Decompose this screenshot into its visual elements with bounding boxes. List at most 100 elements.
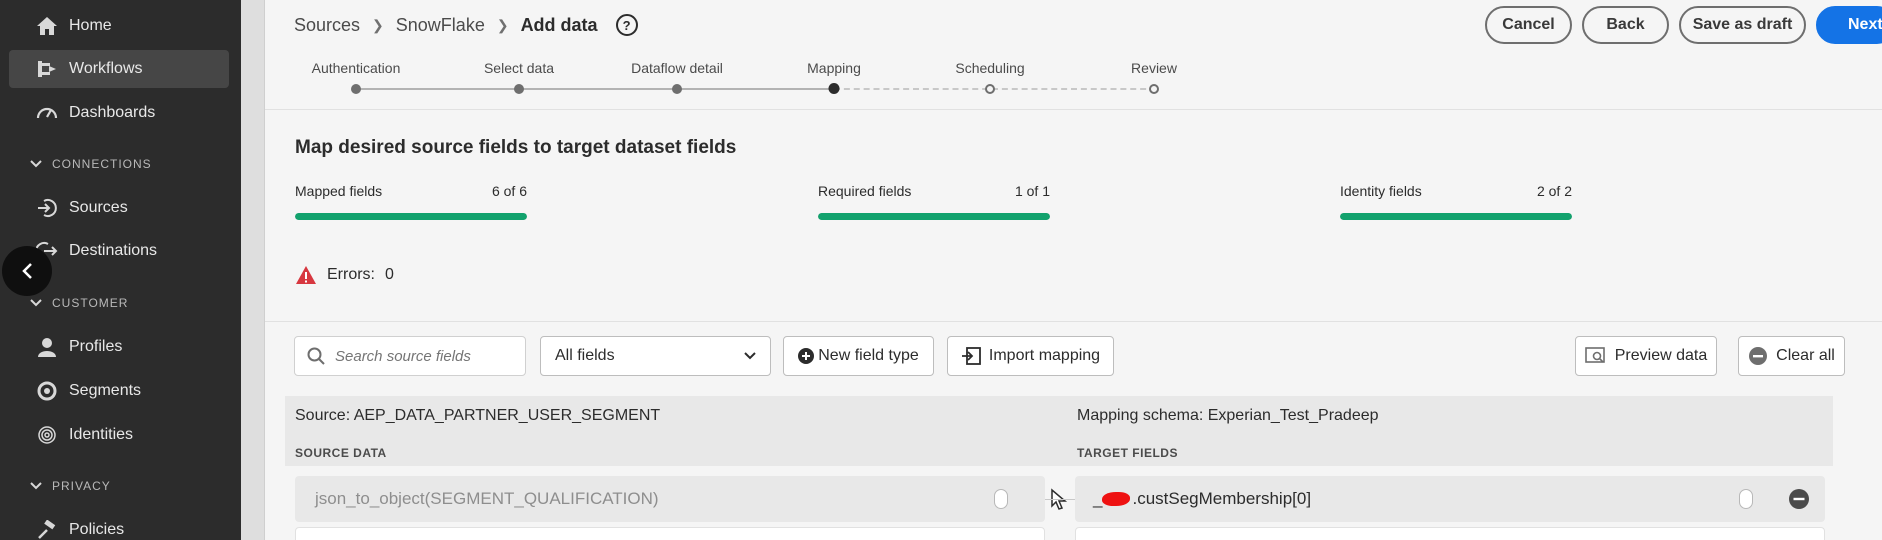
mapping-summary: Map desired source fields to target data…: [265, 111, 1882, 321]
page-header: Sources ❯ SnowFlake ❯ Add data ? Cancel …: [265, 0, 1882, 110]
nav-item-profiles[interactable]: Profiles: [9, 328, 229, 366]
breadcrumb-separator: ❯: [372, 16, 384, 33]
target-field-path: .custSegMembership[0]: [1132, 489, 1312, 508]
profile-icon: [38, 338, 56, 357]
save-as-draft-button[interactable]: Save as draft: [1679, 6, 1806, 44]
nav-scrollbar[interactable]: [241, 0, 265, 540]
segments-icon: [37, 381, 57, 401]
back-button[interactable]: Back: [1582, 6, 1669, 44]
clear-all-button[interactable]: Clear all: [1738, 336, 1845, 376]
nav-item-workflows[interactable]: Workflows: [9, 50, 229, 88]
preview-data-button[interactable]: Preview data: [1575, 336, 1717, 376]
mapped-fields-value: 6 of 6: [491, 183, 527, 199]
nav-label: Sources: [69, 199, 128, 216]
identity-fields-value: 2 of 2: [1536, 183, 1572, 199]
workflow-icon: [38, 61, 56, 77]
required-fields-meter: Required fields 1 of 1: [818, 183, 1050, 220]
breadcrumb-separator: ❯: [496, 16, 509, 33]
home-icon: [37, 17, 57, 35]
mapped-fields-label: Mapped fields: [295, 183, 383, 199]
import-mapping-button[interactable]: Import mapping: [947, 336, 1114, 376]
mapped-fields-meter: Mapped fields 6 of 6: [295, 183, 527, 220]
stepper-line-pending: [834, 88, 1156, 90]
step-label-authentication: Authentication: [311, 60, 401, 76]
search-field[interactable]: [294, 336, 526, 376]
required-fields-track: [818, 213, 1050, 220]
identity-fields-track: [1340, 213, 1572, 220]
nav-item-segments[interactable]: Segments: [9, 372, 229, 410]
nav-section-privacy[interactable]: PRIVACY: [30, 479, 111, 493]
required-fields-label: Required fields: [818, 183, 912, 199]
chevron-down-icon: [30, 482, 42, 490]
errors-count: 0: [385, 266, 394, 283]
nav-item-identities[interactable]: Identities: [9, 416, 229, 454]
nav-label: Segments: [69, 382, 142, 399]
nav-section-customer[interactable]: CUSTOMER: [30, 296, 128, 310]
source-field-expression: json_to_object(SEGMENT_QUALIFICATION): [315, 489, 659, 508]
target-field-row[interactable]: _ .custSegMembership[0]: [1075, 476, 1825, 522]
remove-mapping-icon[interactable]: [1788, 488, 1810, 510]
new-field-type-button[interactable]: New field type: [783, 336, 934, 376]
chevron-down-icon: [30, 299, 42, 307]
step-dot-dataflow-detail: [672, 84, 682, 94]
clear-all-label: Clear all: [1776, 347, 1835, 364]
next-button[interactable]: Next: [1816, 6, 1882, 44]
nav-label: Dashboards: [69, 104, 156, 121]
nav-label: Policies: [69, 521, 125, 538]
chevron-down-icon: [30, 160, 42, 168]
identity-fields-fill: [1340, 213, 1572, 220]
source-title: Source: AEP_DATA_PARTNER_USER_SEGMENT: [295, 407, 661, 424]
section-label: CONNECTIONS: [52, 157, 152, 171]
dashboard-icon: [36, 107, 58, 119]
field-filter-select[interactable]: All fields: [540, 336, 771, 376]
chevron-down-icon: [744, 352, 756, 360]
stepper-line-complete: [356, 88, 830, 90]
step-label-select-data: Select data: [483, 60, 555, 76]
step-dot-mapping: [828, 83, 840, 94]
gavel-icon: [38, 520, 56, 539]
mapped-fields-track: [295, 213, 527, 220]
breadcrumb: Sources ❯ SnowFlake ❯ Add data ?: [294, 14, 638, 36]
field-filter-value: All fields: [555, 347, 615, 364]
identity-fields-label: Identity fields: [1340, 183, 1422, 199]
next-source-row[interactable]: [295, 527, 1045, 540]
breadcrumb-connector-link[interactable]: SnowFlake: [396, 15, 485, 36]
nav-item-home[interactable]: Home: [9, 7, 229, 45]
section-label: CUSTOMER: [52, 296, 129, 310]
next-target-row[interactable]: [1075, 527, 1825, 540]
chevron-left-icon: [22, 263, 32, 279]
mapping-table-header: Source: AEP_DATA_PARTNER_USER_SEGMENT Ma…: [285, 396, 1833, 466]
search-icon: [307, 347, 325, 365]
nav-label: Home: [69, 17, 112, 34]
section-label: PRIVACY: [52, 479, 111, 493]
errors-label: Errors:: [327, 266, 375, 283]
new-field-type-label: New field type: [818, 347, 919, 364]
step-label-mapping: Mapping: [807, 60, 861, 76]
search-input[interactable]: [335, 347, 515, 365]
cancel-button[interactable]: Cancel: [1485, 6, 1572, 44]
page-title: Add data: [520, 14, 598, 35]
collapse-nav-button[interactable]: [2, 246, 52, 296]
required-fields-fill: [818, 213, 1050, 220]
nav-item-sources[interactable]: Sources: [9, 189, 229, 227]
step-label-scheduling: Scheduling: [955, 60, 1025, 76]
redacted-mark: [1102, 492, 1131, 506]
nav-item-dashboards[interactable]: Dashboards: [9, 94, 229, 132]
mapping-table: Source: AEP_DATA_PARTNER_USER_SEGMENT Ma…: [265, 391, 1882, 540]
target-field-detail-icon[interactable]: [1739, 489, 1753, 509]
nav-item-policies[interactable]: Policies: [9, 511, 229, 540]
mapped-fields-fill: [295, 213, 527, 220]
breadcrumb-sources-link[interactable]: Sources: [294, 15, 360, 36]
summary-title: Map desired source fields to target data…: [295, 137, 737, 158]
source-field-row[interactable]: json_to_object(SEGMENT_QUALIFICATION): [295, 476, 1068, 522]
source-field-detail-icon[interactable]: [994, 489, 1008, 509]
fingerprint-icon: [38, 426, 56, 444]
nav-section-connections[interactable]: CONNECTIONS: [30, 157, 152, 171]
step-dot-scheduling: [985, 84, 995, 94]
help-icon[interactable]: ?: [615, 14, 638, 36]
remove-circle-icon: [1749, 347, 1768, 365]
import-mapping-label: Import mapping: [988, 347, 1101, 364]
required-fields-value: 1 of 1: [1014, 183, 1050, 199]
preview-icon: [1584, 347, 1605, 363]
mapping-connector-line: [1045, 499, 1075, 500]
